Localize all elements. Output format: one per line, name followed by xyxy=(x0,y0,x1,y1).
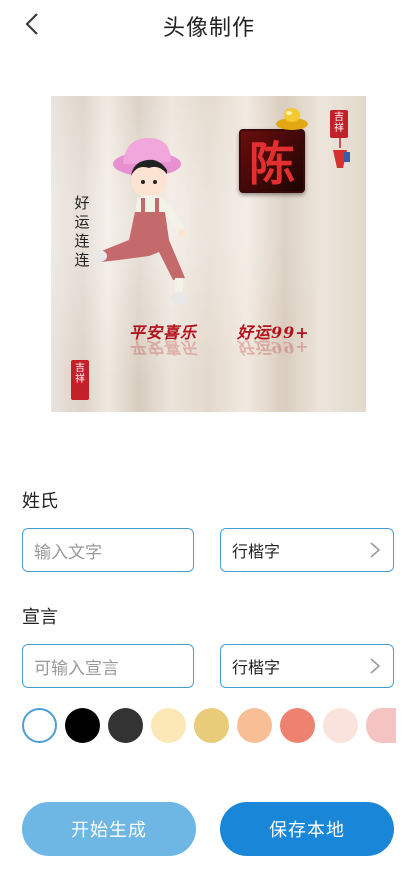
tassel-icon xyxy=(333,138,350,168)
surname-font-select[interactable]: 行楷字 xyxy=(220,528,394,572)
chevron-right-icon xyxy=(370,658,381,674)
slogan-left-reflection: 平安喜乐 xyxy=(129,338,198,357)
top-bar: 头像制作 xyxy=(0,0,418,50)
slogan-placeholder: 可输入宣言 xyxy=(34,658,119,679)
surname-input[interactable]: 输入文字 xyxy=(22,528,194,572)
seal-stamp-top: 吉祥 xyxy=(330,110,348,138)
slogan-label: 宣言 xyxy=(22,607,58,628)
page-title: 头像制作 xyxy=(162,16,255,41)
slogan-right-reflection: 好运99+ xyxy=(237,338,310,357)
vertical-blessing-text: 好 运 连 连 xyxy=(74,194,90,269)
color-swatch-pink[interactable] xyxy=(366,708,396,743)
slogan-input[interactable]: 可输入宣言 xyxy=(22,644,194,688)
color-swatch-dark-gray[interactable] xyxy=(108,708,143,743)
color-swatch-peach[interactable] xyxy=(237,708,272,743)
slogan-font-value: 行楷字 xyxy=(232,658,281,677)
save-local-button[interactable]: 保存本地 xyxy=(220,802,394,856)
color-swatch-cream[interactable] xyxy=(151,708,186,743)
cartoon-kid-illustration xyxy=(91,138,187,304)
color-swatch-white[interactable] xyxy=(22,708,57,743)
surname-label: 姓氏 xyxy=(22,491,58,512)
slogan-font-select[interactable]: 行楷字 xyxy=(220,644,394,688)
surname-emblem: 陈 xyxy=(239,129,305,193)
color-swatch-gold[interactable] xyxy=(194,708,229,743)
chevron-right-icon xyxy=(370,542,381,558)
gold-ingot-icon xyxy=(276,108,308,130)
color-swatch-light-pink[interactable] xyxy=(323,708,358,743)
color-swatch-coral[interactable] xyxy=(280,708,315,743)
color-swatch-black[interactable] xyxy=(65,708,100,743)
surname-font-value: 行楷字 xyxy=(232,542,281,561)
surname-placeholder: 输入文字 xyxy=(34,542,102,563)
footer-hint xyxy=(40,866,380,874)
avatar-preview: 陈 吉祥 好 运 连 连 平安喜乐 平安喜乐 好运99+ 好运99+ 吉祥 xyxy=(51,96,366,412)
seal-stamp-bottom: 吉祥 xyxy=(71,360,89,400)
generate-button[interactable]: 开始生成 xyxy=(22,802,196,856)
